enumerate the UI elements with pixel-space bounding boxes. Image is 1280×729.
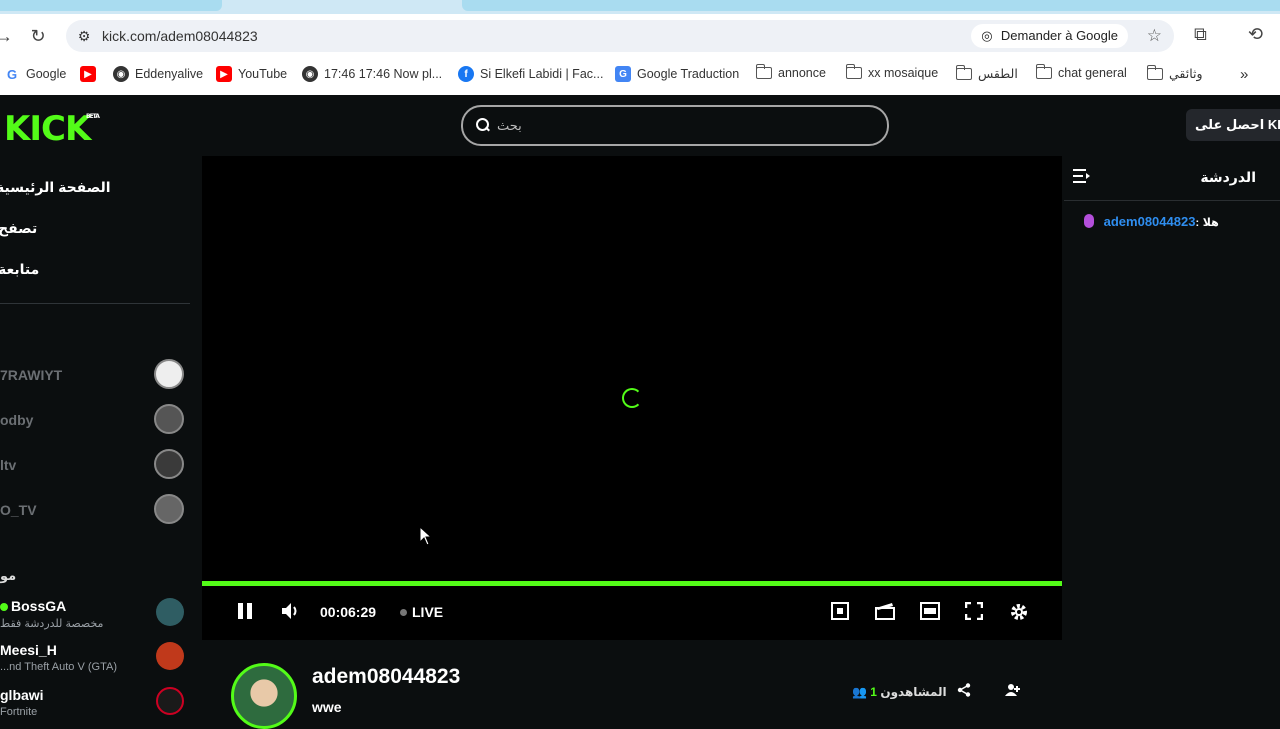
avatar xyxy=(154,404,184,434)
globe-icon: ◉ xyxy=(302,66,318,82)
ask-google-label: Demander à Google xyxy=(1000,28,1118,43)
sidebar-recommended-channel[interactable]: 7RAWIYT xyxy=(0,357,190,393)
fullscreen-icon[interactable] xyxy=(964,601,984,624)
search-placeholder: بحث xyxy=(497,118,522,133)
viewer-count: 👥 1 المشاهدون xyxy=(852,685,947,699)
chat-header: الدردشة xyxy=(1064,156,1280,201)
bookmark-star-icon[interactable]: ☆ xyxy=(1147,26,1162,46)
sidebar-recommended-channel[interactable]: ltv xyxy=(0,447,190,483)
extensions-icon[interactable]: ⧉ xyxy=(1194,24,1207,45)
folder-icon xyxy=(755,64,772,79)
globe-icon: ◉ xyxy=(113,66,129,82)
reload-icon[interactable]: ↻ xyxy=(26,24,50,48)
bookmarks-bar: G Google ▶ ◉ Eddenyalive ▶ YouTube ◉ 17:46 1… xyxy=(0,61,1280,87)
avatar xyxy=(154,494,184,524)
tab-strip xyxy=(0,0,1280,14)
chat-username[interactable]: adem08044823 xyxy=(1104,214,1196,229)
bookmark-now-playing[interactable]: ◉ 17:46 17:46 Now pl... xyxy=(302,66,442,82)
sidebar-followed-channel[interactable]: Meesi_H ...nd Theft Auto V (GTA) xyxy=(0,642,190,682)
theater-mode-icon[interactable] xyxy=(920,602,940,624)
chat-panel: الدردشة adem08044823: هلا xyxy=(1064,156,1280,720)
translate-icon: G xyxy=(615,66,631,82)
bookmark-folder-weather[interactable]: الطقس xyxy=(955,64,1018,81)
tab-right[interactable] xyxy=(462,0,1280,11)
ask-google-button[interactable]: ◎ Demander à Google xyxy=(970,24,1128,48)
facebook-icon: f xyxy=(458,66,474,82)
tab-left[interactable] xyxy=(0,0,222,11)
live-dot-icon xyxy=(0,603,8,611)
chat-title: الدردشة xyxy=(1200,169,1256,185)
chat-message-text: هلا xyxy=(1202,217,1219,229)
sidebar-followed-channel[interactable]: BossGA مخصصة للدردشة فقط xyxy=(0,598,190,638)
microphone-badge-icon xyxy=(1084,214,1094,228)
kick-logo[interactable]: KICK BETA xyxy=(4,109,100,149)
folder-icon xyxy=(845,64,862,79)
google-icon: G xyxy=(6,66,18,82)
folder-icon xyxy=(1146,64,1163,80)
youtube-icon: ▶ xyxy=(216,66,232,82)
beta-badge: BETA xyxy=(86,113,100,120)
mouse-cursor-icon xyxy=(419,526,433,546)
sidebar-followed-channel[interactable]: glbawi Fortnite xyxy=(0,687,190,727)
sidebar: الصفحة الرئيسية تصفح متابعة 7RAWIYT odby… xyxy=(0,155,200,720)
channel-info: adem08044823 wwe 👥 1 المشاهدون xyxy=(202,645,1062,729)
bookmark-folder-annonce[interactable]: annonce xyxy=(755,64,826,80)
channel-name[interactable]: adem08044823 xyxy=(312,665,460,689)
sidebar-recommended-channel[interactable]: O_TV xyxy=(0,492,190,528)
forward-arrow-icon[interactable]: → xyxy=(0,24,16,48)
bookmark-youtube-2[interactable]: ▶ YouTube xyxy=(216,66,287,82)
channel-category[interactable]: wwe xyxy=(312,699,342,715)
avatar xyxy=(156,687,184,715)
live-badge[interactable]: LIVE xyxy=(400,604,443,620)
bookmark-folder-docs[interactable]: وثائقي xyxy=(1146,64,1203,81)
settings-gear-icon[interactable] xyxy=(1009,602,1029,626)
search-icon xyxy=(475,117,491,133)
history-icon[interactable]: ⟲ xyxy=(1248,24,1263,45)
sidebar-divider xyxy=(0,303,190,304)
mini-player-icon[interactable] xyxy=(831,602,849,624)
youtube-icon: ▶ xyxy=(80,66,96,82)
bookmark-google[interactable]: G Google xyxy=(4,66,66,82)
folder-icon xyxy=(1035,64,1052,79)
player-controls: 00:06:29 LIVE xyxy=(202,586,1062,640)
bookmark-eddenyalive[interactable]: ◉ Eddenyalive xyxy=(113,66,203,82)
kick-site: KICKBETA بحث احصل على KICKs الصفحة الرئي… xyxy=(0,95,1280,729)
sidebar-item-browse[interactable]: تصفح xyxy=(0,220,37,237)
lens-icon: ◎ xyxy=(981,28,993,43)
follow-user-icon[interactable] xyxy=(1005,683,1021,701)
search-input[interactable]: بحث xyxy=(461,105,889,146)
video-player[interactable] xyxy=(202,156,1062,640)
address-bar[interactable]: ⚙ kick.com/adem08044823 ◎ Demander à Goo… xyxy=(66,20,1174,52)
browser-chrome: → ↻ ⚙ kick.com/adem08044823 ◎ Demander à… xyxy=(0,14,1280,95)
bookmark-facebook[interactable]: f Si Elkefi Labidi | Fac... xyxy=(458,66,603,82)
clip-icon[interactable] xyxy=(875,602,895,624)
viewers-icon: 👥 xyxy=(852,685,867,699)
sidebar-item-home[interactable]: الصفحة الرئيسية xyxy=(0,179,111,196)
elapsed-time: 00:06:29 xyxy=(320,604,377,620)
sidebar-item-following[interactable]: متابعة xyxy=(0,261,39,278)
chat-message: adem08044823: هلا xyxy=(1084,214,1219,229)
avatar xyxy=(156,598,184,626)
loading-spinner-icon xyxy=(622,388,642,408)
following-heading: مو xyxy=(0,568,17,583)
sidebar-recommended-channel[interactable]: odby xyxy=(0,402,190,438)
bookmark-youtube-1[interactable]: ▶ xyxy=(80,66,96,82)
channel-avatar[interactable] xyxy=(231,663,297,729)
bookmark-translate[interactable]: G Google Traduction xyxy=(615,66,739,82)
share-icon[interactable] xyxy=(957,683,971,701)
site-settings-icon[interactable]: ⚙ xyxy=(74,26,94,46)
pause-icon[interactable] xyxy=(236,602,254,624)
get-kicks-button[interactable]: احصل على KICKs xyxy=(1186,109,1280,141)
bookmark-folder-chat[interactable]: chat general xyxy=(1035,64,1127,80)
url-text[interactable]: kick.com/adem08044823 xyxy=(102,28,258,44)
avatar xyxy=(154,359,184,389)
avatar xyxy=(156,642,184,670)
volume-icon[interactable] xyxy=(281,602,301,624)
folder-icon xyxy=(955,64,972,80)
collapse-chat-icon[interactable] xyxy=(1072,168,1092,189)
double-chevron-icon[interactable]: » xyxy=(1240,66,1248,83)
bookmark-folder-mosaique[interactable]: xx mosaique xyxy=(845,64,938,80)
avatar xyxy=(154,449,184,479)
